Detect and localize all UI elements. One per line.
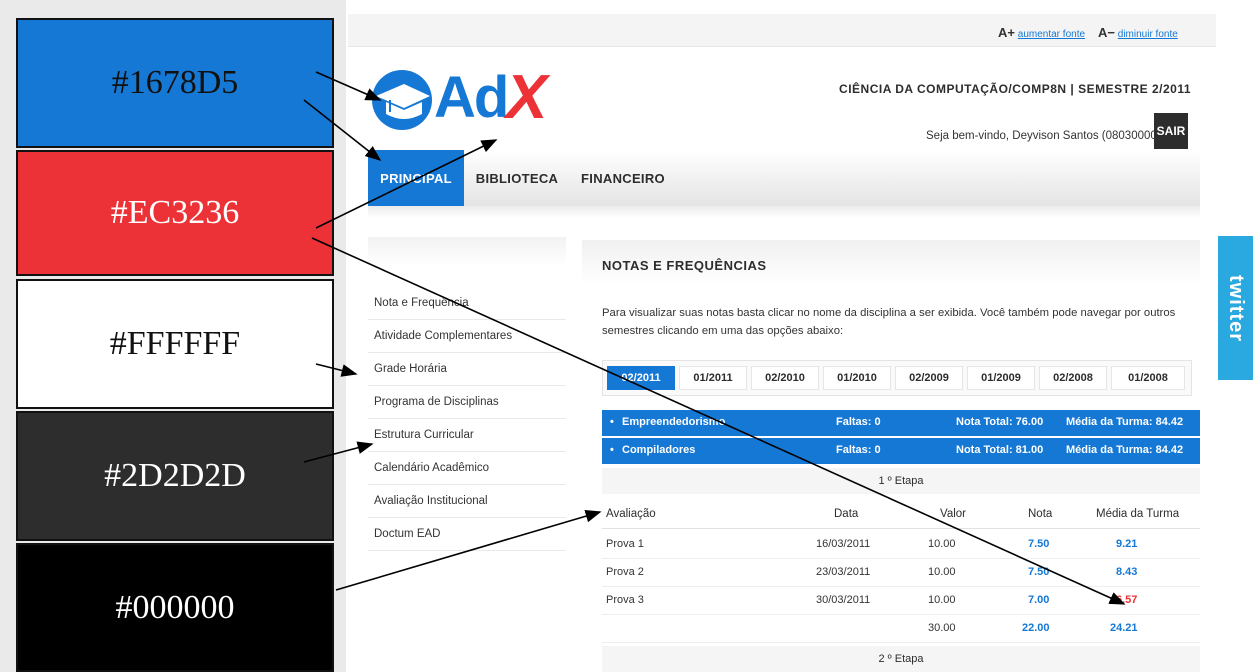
cell-nota: 7.50 [1028,566,1050,578]
increase-font-control[interactable]: A+ aumentar fonte [998,25,1085,40]
sub-nav-bar [368,206,1200,218]
table-row: Prova 3 30/03/2011 10.00 7.00 6.57 [602,586,1200,615]
total-nota: 22.00 [1022,622,1050,634]
discipline-media: Média da Turma: 84.42 [1066,444,1184,456]
sidebar-item-atividades[interactable]: Atividade Complementares [368,320,566,353]
font-decrease-icon: A− [1098,25,1115,40]
sidebar-item-calendario[interactable]: Calendário Acadêmico [368,452,566,485]
etapa-1-label: 1 º Etapa [602,468,1200,494]
etapa-2-label: 2 º Etapa [602,646,1200,672]
cell-nota: 7.00 [1028,594,1050,606]
sidebar-header [368,237,566,267]
swatch-white-label: #FFFFFF [109,325,241,362]
discipline-name[interactable]: Empreendedorismo [622,416,725,428]
table-row: Prova 1 16/03/2011 10.00 7.50 9.21 [602,530,1200,559]
cell-data: 23/03/2011 [816,566,871,578]
adx-logo[interactable]: Ad X [368,62,558,134]
tab-biblioteca[interactable]: BIBLIOTECA [464,150,570,206]
grades-table-header: Avaliação Data Valor Nota Média da Turma [602,500,1200,529]
discipline-media: Média da Turma: 84.42 [1066,416,1184,428]
cell-valor: 10.00 [928,566,956,578]
top-utility-bar [348,14,1216,47]
table-row: Prova 2 23/03/2011 10.00 7.50 8.43 [602,558,1200,587]
intro-text: Para visualizar suas notas basta clicar … [602,307,1176,337]
bullet-icon: • [610,416,614,428]
cell-avaliacao: Prova 3 [606,594,644,606]
swatch-red-label: #EC3236 [110,194,240,231]
semester-selector: 02/2011 01/2011 02/2010 01/2010 02/2009 … [602,360,1192,396]
swatch-black-label: #000000 [115,588,235,626]
total-media: 24.21 [1110,622,1138,634]
sidebar-item-doctum-ead[interactable]: Doctum EAD [368,518,566,551]
cell-data: 16/03/2011 [816,538,871,550]
semester-tab-01-2010[interactable]: 01/2010 [823,366,891,390]
swatch-dark-gray: #2D2D2D [16,411,334,541]
col-header-media: Média da Turma [1096,508,1180,520]
cell-avaliacao: Prova 2 [606,566,644,578]
increase-font-link[interactable]: aumentar fonte [1018,29,1085,40]
logo-text: Ad [434,65,509,130]
discipline-nota-total: Nota Total: 76.00 [956,416,1044,428]
semester-tab-02-2008[interactable]: 02/2008 [1039,366,1107,390]
discipline-faltas: Faltas: 0 [836,416,881,428]
col-header-data: Data [834,508,859,520]
swatch-dark-gray-label: #2D2D2D [104,457,246,494]
twitter-label: twitter [1225,274,1247,342]
total-valor: 30.00 [928,622,956,634]
logo-accent-x: X [506,63,548,132]
discipline-faltas: Faltas: 0 [836,444,881,456]
page-title: NOTAS E FREQUÊNCIAS [602,258,767,273]
semester-tab-01-2011[interactable]: 01/2011 [679,366,747,390]
discipline-name[interactable]: Compiladores [622,444,695,456]
decrease-font-link[interactable]: diminuir fonte [1118,29,1178,40]
course-info: CIÊNCIA DA COMPUTAÇÃO/COMP8N | SEMESTRE … [839,82,1191,96]
cell-media: 6.57 [1116,594,1138,606]
font-increase-icon: A+ [998,25,1015,40]
cell-media: 9.21 [1116,538,1138,550]
tab-financeiro[interactable]: FINANCEIRO [570,150,676,206]
discipline-row[interactable]: • Compiladores Faltas: 0 Nota Total: 81.… [602,438,1200,464]
semester-tab-01-2008[interactable]: 01/2008 [1111,366,1185,390]
sidebar-item-grade-horaria[interactable]: Grade Horária [368,353,566,386]
cell-media: 8.43 [1116,566,1138,578]
col-header-nota: Nota [1028,508,1053,520]
semester-tab-01-2009[interactable]: 01/2009 [967,366,1035,390]
cell-valor: 10.00 [928,538,956,550]
welcome-text: Seja bem-vindo, Deyvison Santos (0803000… [926,130,1168,142]
sidebar-item-avaliacao[interactable]: Avaliação Institucional [368,485,566,518]
twitter-tab[interactable]: twitter [1218,236,1253,380]
semester-tab-02-2011[interactable]: 02/2011 [607,366,675,390]
cell-data: 30/03/2011 [816,594,871,606]
cell-avaliacao: Prova 1 [606,538,644,550]
swatch-white: #FFFFFF [16,279,334,409]
swatch-black: #000000 [16,543,334,672]
bullet-icon: • [610,444,614,456]
portal-page: A+ aumentar fonte A− diminuir fonte Ad X… [346,0,1253,672]
col-header-valor: Valor [940,508,966,520]
decrease-font-control[interactable]: A− diminuir fonte [1098,25,1178,40]
sidebar-item-estrutura[interactable]: Estrutura Curricular [368,419,566,452]
color-swatch-panel: #1678D5 #EC3236 #FFFFFF #2D2D2D #000000 [0,0,346,672]
tab-principal[interactable]: PRINCIPAL [368,150,464,206]
sidebar-item-programa[interactable]: Programa de Disciplinas [368,386,566,419]
discipline-nota-total: Nota Total: 81.00 [956,444,1044,456]
table-total-row: 30.00 22.00 24.21 [602,614,1200,643]
semester-tab-02-2010[interactable]: 02/2010 [751,366,819,390]
col-header-avaliacao: Avaliação [606,508,656,520]
course-semester-label: CIÊNCIA DA COMPUTAÇÃO/COMP8N | SEMESTRE … [839,82,1191,96]
main-nav: PRINCIPAL BIBLIOTECA FINANCEIRO [368,150,1200,207]
sidebar-item-nota-frequencia[interactable]: Nota e Frequência [368,287,566,320]
swatch-red: #EC3236 [16,150,334,276]
discipline-row[interactable]: • Empreendedorismo Faltas: 0 Nota Total:… [602,410,1200,436]
cell-nota: 7.50 [1028,538,1050,550]
cell-valor: 10.00 [928,594,956,606]
semester-tab-02-2009[interactable]: 02/2009 [895,366,963,390]
swatch-blue-label: #1678D5 [111,64,239,101]
swatch-blue: #1678D5 [16,18,334,148]
logout-button[interactable]: SAIR [1154,113,1188,149]
